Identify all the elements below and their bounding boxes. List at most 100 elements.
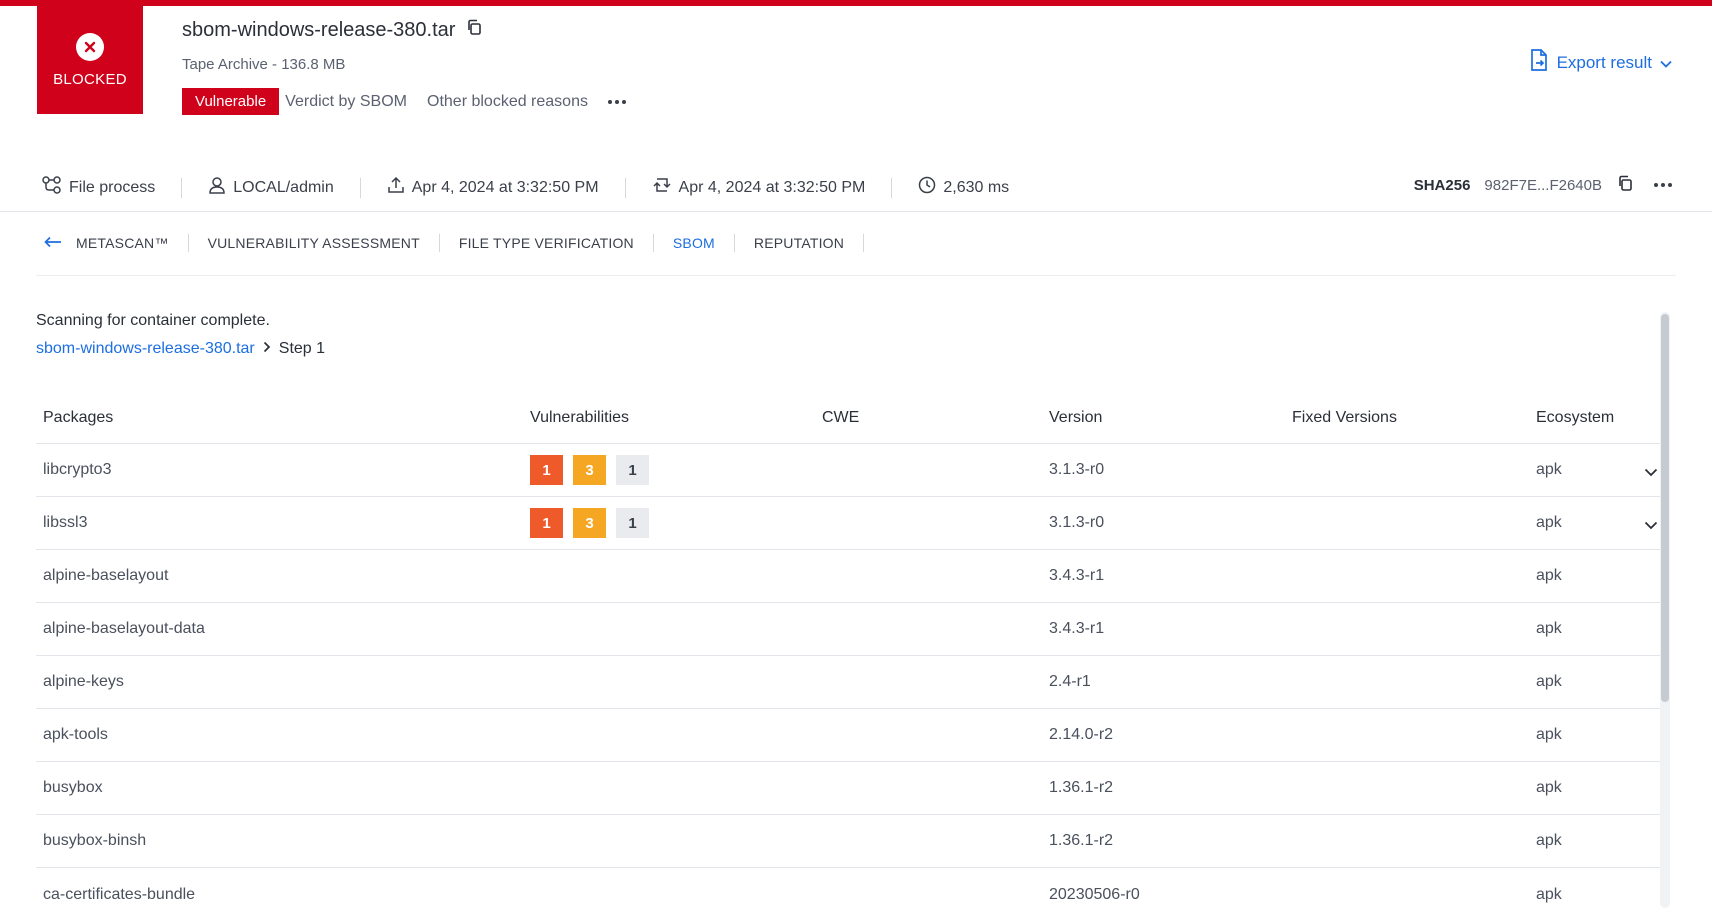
version-value: 3.1.3-r0 [1049, 461, 1105, 478]
ecosystem-value: apk [1536, 620, 1562, 637]
scrollbar-thumb[interactable] [1661, 314, 1669, 702]
col-cwe[interactable]: CWE [822, 409, 859, 427]
col-vulnerabilities[interactable]: Vulnerabilities [530, 409, 629, 427]
high-count: 3 [573, 508, 606, 538]
upload-time: Apr 4, 2024 at 3:32:50 PM [387, 176, 599, 199]
ecosystem-value: apk [1536, 832, 1562, 849]
package-name: apk-tools [43, 726, 108, 743]
back-arrow-icon[interactable] [44, 234, 62, 252]
package-name: ca-certificates-bundle [43, 885, 196, 903]
package-name: libssl3 [43, 514, 88, 531]
user-icon [208, 176, 226, 199]
verdict-source: Verdict by SBOM [285, 92, 407, 110]
low-count: 1 [616, 508, 649, 538]
col-ecosystem[interactable]: Ecosystem [1536, 409, 1614, 427]
export-result-button[interactable]: Export result [1529, 48, 1672, 77]
meta-row: File process LOCAL/admin Apr 4, 2024 at … [42, 176, 1009, 199]
tab-vulnerability-assessment[interactable]: VULNERABILITY ASSESSMENT [189, 234, 440, 252]
high-count: 3 [573, 455, 606, 485]
verdict-strip [0, 0, 1712, 6]
workflow-icon [42, 176, 62, 199]
sha-section: SHA256 982F7E...F2640B [1414, 174, 1672, 196]
upload-time-label: Apr 4, 2024 at 3:32:50 PM [411, 178, 599, 196]
sha-value: 982F7E...F2640B [1484, 176, 1602, 194]
tab-label: METASCAN™ [76, 235, 169, 251]
package-name: alpine-baselayout [43, 567, 169, 584]
breadcrumb-link[interactable]: sbom-windows-release-380.tar [36, 340, 255, 358]
duration-label: 2,630 ms [943, 178, 1010, 196]
breadcrumb-step: Step 1 [278, 340, 326, 357]
ecosystem-value: apk [1536, 567, 1562, 584]
user-info: LOCAL/admin [208, 176, 334, 199]
version-value: 3.4.3-r1 [1049, 620, 1105, 637]
tab-metascan[interactable]: METASCAN™ [44, 234, 189, 252]
table-row[interactable]: busybox 1.36.1-r2 apk [36, 762, 1660, 815]
divider [36, 275, 1676, 276]
version-value: 1.36.1-r2 [1049, 779, 1114, 796]
expand-chevron-icon[interactable] [1644, 464, 1658, 482]
other-blocked-reasons[interactable]: Other blocked reasons [427, 93, 588, 111]
tab-reputation[interactable]: REPUTATION [735, 234, 865, 252]
package-name: busybox [43, 779, 103, 796]
tab-sbom[interactable]: SBOM [654, 234, 735, 252]
more-options-icon[interactable] [1654, 183, 1672, 187]
export-file-icon [1529, 48, 1549, 77]
copy-hash-icon[interactable] [1616, 174, 1634, 196]
process-time: Apr 4, 2024 at 3:32:50 PM [652, 176, 866, 199]
sha-label: SHA256 [1413, 176, 1471, 194]
file-process[interactable]: File process [42, 176, 155, 199]
upload-icon [387, 176, 405, 199]
packages-table: Packages Vulnerabilities CWE Version Fix… [36, 392, 1660, 908]
version-value: 3.4.3-r1 [1049, 567, 1105, 584]
version-value: 20230506-r0 [1049, 885, 1140, 903]
critical-count: 1 [530, 455, 563, 485]
chevron-down-icon [1660, 53, 1672, 73]
package-name: alpine-baselayout-data [43, 620, 205, 637]
col-packages[interactable]: Packages [43, 409, 113, 427]
col-fixed-versions[interactable]: Fixed Versions [1292, 409, 1397, 427]
blocked-icon [76, 32, 104, 61]
vulnerable-badge: Vulnerable [182, 88, 280, 115]
sync-icon [652, 176, 672, 199]
tab-file-type-verification[interactable]: FILE TYPE VERIFICATION [440, 234, 654, 252]
ecosystem-value: apk [1536, 673, 1562, 690]
user-label: LOCAL/admin [233, 178, 334, 196]
col-version[interactable]: Version [1049, 409, 1102, 427]
ecosystem-value: apk [1536, 461, 1562, 478]
ecosystem-value: apk [1536, 726, 1562, 743]
table-row[interactable]: apk-tools 2.14.0-r2 apk [36, 709, 1660, 762]
table-row[interactable]: alpine-baselayout-data 3.4.3-r1 apk [36, 603, 1660, 656]
table-row[interactable]: libcrypto3 1 3 1 3.1.3-r0 apk [36, 444, 1660, 497]
export-label: Export result [1556, 52, 1652, 72]
table-row[interactable]: alpine-keys 2.4-r1 apk [36, 656, 1660, 709]
version-value: 1.36.1-r2 [1049, 832, 1114, 849]
version-value: 3.1.3-r0 [1049, 514, 1105, 531]
scan-message: Scanning for container complete. [36, 312, 270, 329]
version-value: 2.4-r1 [1049, 673, 1091, 690]
table-row[interactable]: libssl3 1 3 1 3.1.3-r0 apk [36, 497, 1660, 550]
vulnerability-counts: 1 3 1 [530, 455, 649, 485]
ecosystem-value: apk [1536, 514, 1562, 531]
table-row[interactable]: ca-certificates-bundle 20230506-r0 apk [36, 868, 1660, 908]
ecosystem-value: apk [1536, 779, 1562, 796]
version-value: 2.14.0-r2 [1049, 726, 1114, 743]
table-row[interactable]: alpine-baselayout 3.4.3-r1 apk [36, 550, 1660, 603]
process-time-label: Apr 4, 2024 at 3:32:50 PM [678, 178, 866, 196]
package-name: libcrypto3 [43, 461, 112, 478]
more-reasons-icon[interactable] [607, 99, 626, 104]
copy-icon[interactable] [465, 18, 483, 42]
verdict-box: BLOCKED [37, 6, 143, 114]
package-name: alpine-keys [43, 673, 124, 690]
verdict-label: BLOCKED [53, 70, 127, 88]
file-type: Tape Archive - 136.8 MB [182, 56, 346, 73]
file-title: sbom-windows-release-380.tar [182, 18, 483, 42]
file-name: sbom-windows-release-380.tar [182, 18, 456, 41]
duration: 2,630 ms [918, 176, 1009, 199]
verdict-row: Vulnerable Verdict by SBOM Other blocked… [182, 88, 626, 115]
divider [0, 211, 1712, 212]
table-row[interactable]: busybox-binsh 1.36.1-r2 apk [36, 815, 1660, 868]
file-process-label: File process [69, 178, 156, 196]
tab-bar: METASCAN™ VULNERABILITY ASSESSMENT FILE … [44, 234, 865, 252]
chevron-right-icon [263, 340, 271, 358]
expand-chevron-icon[interactable] [1644, 517, 1658, 535]
